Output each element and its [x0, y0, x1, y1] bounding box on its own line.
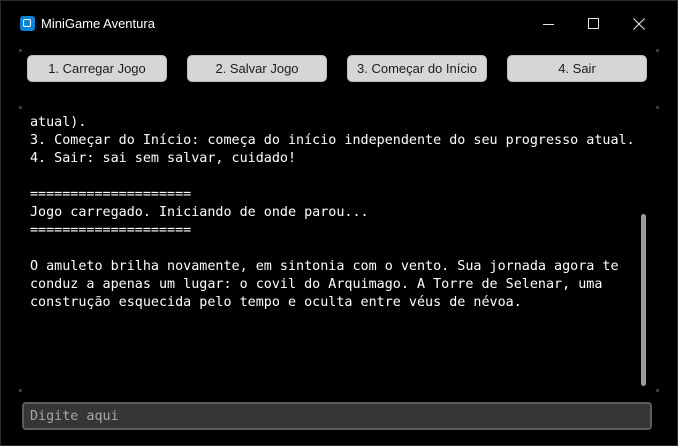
log-line: 3. Começar do Início: começa do início i…: [30, 133, 635, 148]
log-line: 4. Sair: sai sem salvar, cuidado!: [30, 151, 297, 166]
load-game-button[interactable]: 1. Carregar Jogo: [27, 55, 167, 82]
log-line: ====================: [30, 223, 192, 238]
exit-button[interactable]: 4. Sair: [507, 55, 647, 82]
save-game-button[interactable]: 2. Salvar Jogo: [187, 55, 327, 82]
log-line: ====================: [30, 187, 192, 202]
log-line: atual).: [30, 115, 87, 130]
restart-game-button[interactable]: 3. Começar do Início: [347, 55, 487, 82]
maximize-icon[interactable]: [571, 9, 617, 39]
command-input[interactable]: [22, 402, 652, 430]
frame-corner-bottom-right: [656, 389, 659, 392]
log-line: conduz a apenas um lugar: o covil do Arq…: [30, 277, 603, 292]
close-x-glyph: [633, 18, 645, 30]
minimize-icon[interactable]: [525, 9, 571, 39]
window-title: MiniGame Aventura: [41, 16, 155, 31]
log-line: Jogo carregado. Iniciando de onde parou.…: [30, 205, 369, 220]
log-line: construção esquecida pelo tempo e oculta…: [30, 295, 522, 310]
close-icon[interactable]: [617, 9, 663, 39]
game-log-text-area[interactable]: atual). 3. Começar do Início: começa do …: [22, 106, 662, 389]
frame-corner-bottom-left: [19, 389, 22, 392]
log-scrollbar-thumb[interactable]: [641, 214, 646, 386]
menu-button-bar: 1. Carregar Jogo 2. Salvar Jogo 3. Começ…: [1, 49, 677, 97]
log-line: O amuleto brilha novamente, em sintonia …: [30, 259, 619, 274]
app-window-icon: [20, 16, 35, 31]
title-bar[interactable]: MiniGame Aventura: [1, 1, 677, 46]
log-scrollbar[interactable]: [638, 106, 648, 389]
app-window: MiniGame Aventura 1. Carregar Jogo 2. Sa…: [0, 0, 678, 446]
